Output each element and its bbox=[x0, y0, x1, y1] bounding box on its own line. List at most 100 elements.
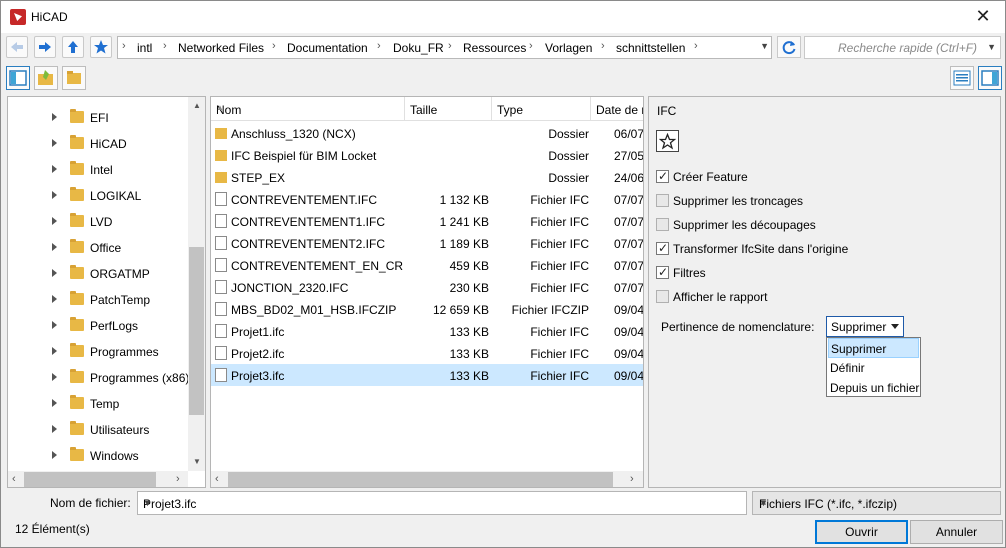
column-header-date[interactable]: Date de m bbox=[591, 97, 643, 121]
tree-item[interactable]: Office bbox=[8, 235, 188, 261]
breadcrumb-item[interactable]: Ressources bbox=[463, 41, 526, 55]
favorites-button[interactable] bbox=[90, 36, 112, 58]
expand-arrow-icon[interactable] bbox=[52, 165, 57, 173]
scroll-down-icon[interactable]: ▼ bbox=[193, 457, 201, 466]
file-row[interactable]: CONTREVENTEMENT2.IFC 1 189 KB Fichier IFC 0… bbox=[211, 232, 643, 254]
expand-arrow-icon[interactable] bbox=[52, 217, 57, 225]
tree-item[interactable]: PerfLogs bbox=[8, 313, 188, 339]
expand-arrow-icon[interactable] bbox=[52, 191, 57, 199]
filename-input[interactable]: Projet3.ifc ▼ bbox=[137, 491, 747, 515]
filetype-select[interactable]: Fichiers IFC (*.ifc, *.ifczip) ▼ bbox=[752, 491, 1001, 515]
cancel-button[interactable]: Annuler bbox=[910, 520, 1003, 544]
dropdown-option[interactable]: Supprimer bbox=[828, 338, 919, 358]
file-row[interactable]: Anschluss_1320 (NCX) Dossier 06/07 bbox=[211, 122, 643, 144]
breadcrumb-item[interactable]: Documentation bbox=[287, 41, 368, 55]
checkbox-box[interactable] bbox=[656, 169, 669, 183]
file-name: Projet1.ifc bbox=[231, 325, 285, 339]
nomenclature-select[interactable]: Supprimer bbox=[826, 316, 904, 337]
scroll-right-icon[interactable]: › bbox=[176, 473, 180, 485]
expand-arrow-icon[interactable] bbox=[52, 347, 57, 355]
file-row[interactable]: MBS_BD02_M01_HSB.IFCZIP 12 659 KB Fichier … bbox=[211, 298, 643, 320]
breadcrumb-item[interactable]: intl bbox=[137, 41, 152, 55]
view-details-button[interactable] bbox=[950, 66, 974, 90]
tree-item[interactable]: ORGATMP bbox=[8, 261, 188, 287]
scroll-up-icon[interactable]: ▲ bbox=[193, 101, 201, 110]
column-label: Date de m bbox=[596, 103, 643, 117]
breadcrumb-item[interactable]: Doku_FR bbox=[393, 41, 444, 55]
file-row[interactable]: JONCTION_2320.IFC 230 KB Fichier IFC 07/07 bbox=[211, 276, 643, 298]
files-horizontal-scrollbar[interactable]: ‹ › bbox=[211, 471, 643, 487]
close-icon[interactable]: ✕ bbox=[971, 5, 995, 27]
checkbox-box[interactable] bbox=[656, 290, 669, 303]
tree-item[interactable]: Temp bbox=[8, 391, 188, 417]
tree-item[interactable]: Programmes bbox=[8, 339, 188, 365]
chevron-down-icon[interactable]: ▼ bbox=[987, 42, 996, 52]
column-header-type[interactable]: Type bbox=[492, 97, 591, 121]
quick-search-input[interactable]: Recherche rapide (Ctrl+F) ▼ bbox=[804, 36, 1001, 59]
dropdown-option[interactable]: Définir bbox=[828, 358, 919, 378]
tree-horizontal-scrollbar[interactable]: ‹ › bbox=[8, 471, 188, 487]
breadcrumb-item[interactable]: Vorlagen bbox=[545, 41, 592, 55]
dropdown-option[interactable]: Depuis un fichier bbox=[828, 378, 919, 398]
expand-arrow-icon[interactable] bbox=[52, 373, 57, 381]
toggle-preview-button[interactable] bbox=[978, 66, 1002, 90]
panel-left-icon bbox=[9, 70, 27, 86]
forward-button[interactable] bbox=[34, 36, 56, 58]
expand-arrow-icon[interactable] bbox=[52, 425, 57, 433]
file-row[interactable]: Projet2.ifc 133 KB Fichier IFC 09/04 bbox=[211, 342, 643, 364]
expand-arrow-icon[interactable] bbox=[52, 139, 57, 147]
back-button[interactable] bbox=[6, 36, 28, 58]
tree-item[interactable]: Utilisateurs bbox=[8, 417, 188, 443]
chevron-down-icon[interactable]: ▼ bbox=[760, 41, 769, 51]
breadcrumb-item[interactable]: schnittstellen bbox=[616, 41, 685, 55]
tree-item[interactable]: EFI bbox=[8, 105, 188, 131]
expand-arrow-icon[interactable] bbox=[52, 113, 57, 121]
tree-item[interactable]: LOGIKAL bbox=[8, 183, 188, 209]
tree-item[interactable]: LVD bbox=[8, 209, 188, 235]
expand-arrow-icon[interactable] bbox=[52, 451, 57, 459]
scrollbar-thumb[interactable] bbox=[189, 247, 204, 415]
checkbox-box[interactable] bbox=[656, 218, 669, 231]
scroll-left-icon[interactable]: ‹ bbox=[215, 473, 219, 485]
open-button[interactable]: Ouvrir bbox=[815, 520, 908, 544]
file-row[interactable]: IFC Beispiel für BIM Locket Dossier 27/05 bbox=[211, 144, 643, 166]
file-row[interactable]: CONTREVENTEMENT1.IFC 1 241 KB Fichier IFC 0… bbox=[211, 210, 643, 232]
address-bar[interactable]: › intl › Networked Files › Documentation… bbox=[117, 36, 772, 59]
refresh-button[interactable] bbox=[777, 36, 801, 58]
scroll-left-icon[interactable]: ‹ bbox=[12, 473, 16, 485]
tree-item[interactable]: Programmes (x86) bbox=[8, 365, 189, 391]
up-folder-button[interactable] bbox=[62, 36, 84, 58]
file-row[interactable]: CONTREVENTEMENT_EN_CRO... 459 KB Fichier I… bbox=[211, 254, 643, 276]
expand-arrow-icon[interactable] bbox=[52, 295, 57, 303]
tree-item[interactable]: PatchTemp bbox=[8, 287, 188, 313]
scrollbar-thumb[interactable] bbox=[24, 472, 156, 487]
expand-arrow-icon[interactable] bbox=[52, 243, 57, 251]
file-row[interactable]: STEP_EX Dossier 24/06 bbox=[211, 166, 643, 188]
file-row-selected[interactable]: Projet3.ifc 133 KB Fichier IFC 09/04 bbox=[211, 364, 643, 386]
checkbox-box[interactable] bbox=[656, 265, 669, 279]
checkbox-box[interactable] bbox=[656, 241, 669, 255]
column-label: Type bbox=[497, 103, 524, 117]
column-header-name[interactable]: Nom ▲ bbox=[211, 97, 405, 121]
file-row[interactable]: Projet1.ifc 133 KB Fichier IFC 09/04 bbox=[211, 320, 643, 342]
toggle-tree-button[interactable] bbox=[6, 66, 30, 90]
scroll-right-icon[interactable]: › bbox=[630, 473, 634, 485]
file-type: Fichier IFC bbox=[530, 259, 589, 273]
scrollbar-thumb[interactable] bbox=[228, 472, 613, 487]
breadcrumb-item[interactable]: Networked Files bbox=[178, 41, 264, 55]
tree-item[interactable]: HiCAD bbox=[8, 131, 188, 157]
new-folder-button[interactable] bbox=[34, 66, 58, 90]
chevron-right-icon: › bbox=[601, 40, 605, 52]
chevron-down-icon[interactable]: ▼ bbox=[143, 498, 740, 508]
checkbox-box[interactable] bbox=[656, 194, 669, 207]
column-header-size[interactable]: Taille bbox=[405, 97, 492, 121]
tree-item[interactable]: Intel bbox=[8, 157, 188, 183]
tree-item[interactable]: Windows bbox=[8, 443, 188, 469]
tree-vertical-scrollbar[interactable]: ▲ ▼ bbox=[188, 97, 205, 471]
folder-button[interactable] bbox=[62, 66, 86, 90]
favorites-button[interactable] bbox=[656, 130, 679, 152]
expand-arrow-icon[interactable] bbox=[52, 399, 57, 407]
expand-arrow-icon[interactable] bbox=[52, 269, 57, 277]
file-row[interactable]: CONTREVENTEMENT.IFC 1 132 KB Fichier IFC 07… bbox=[211, 188, 643, 210]
expand-arrow-icon[interactable] bbox=[52, 321, 57, 329]
